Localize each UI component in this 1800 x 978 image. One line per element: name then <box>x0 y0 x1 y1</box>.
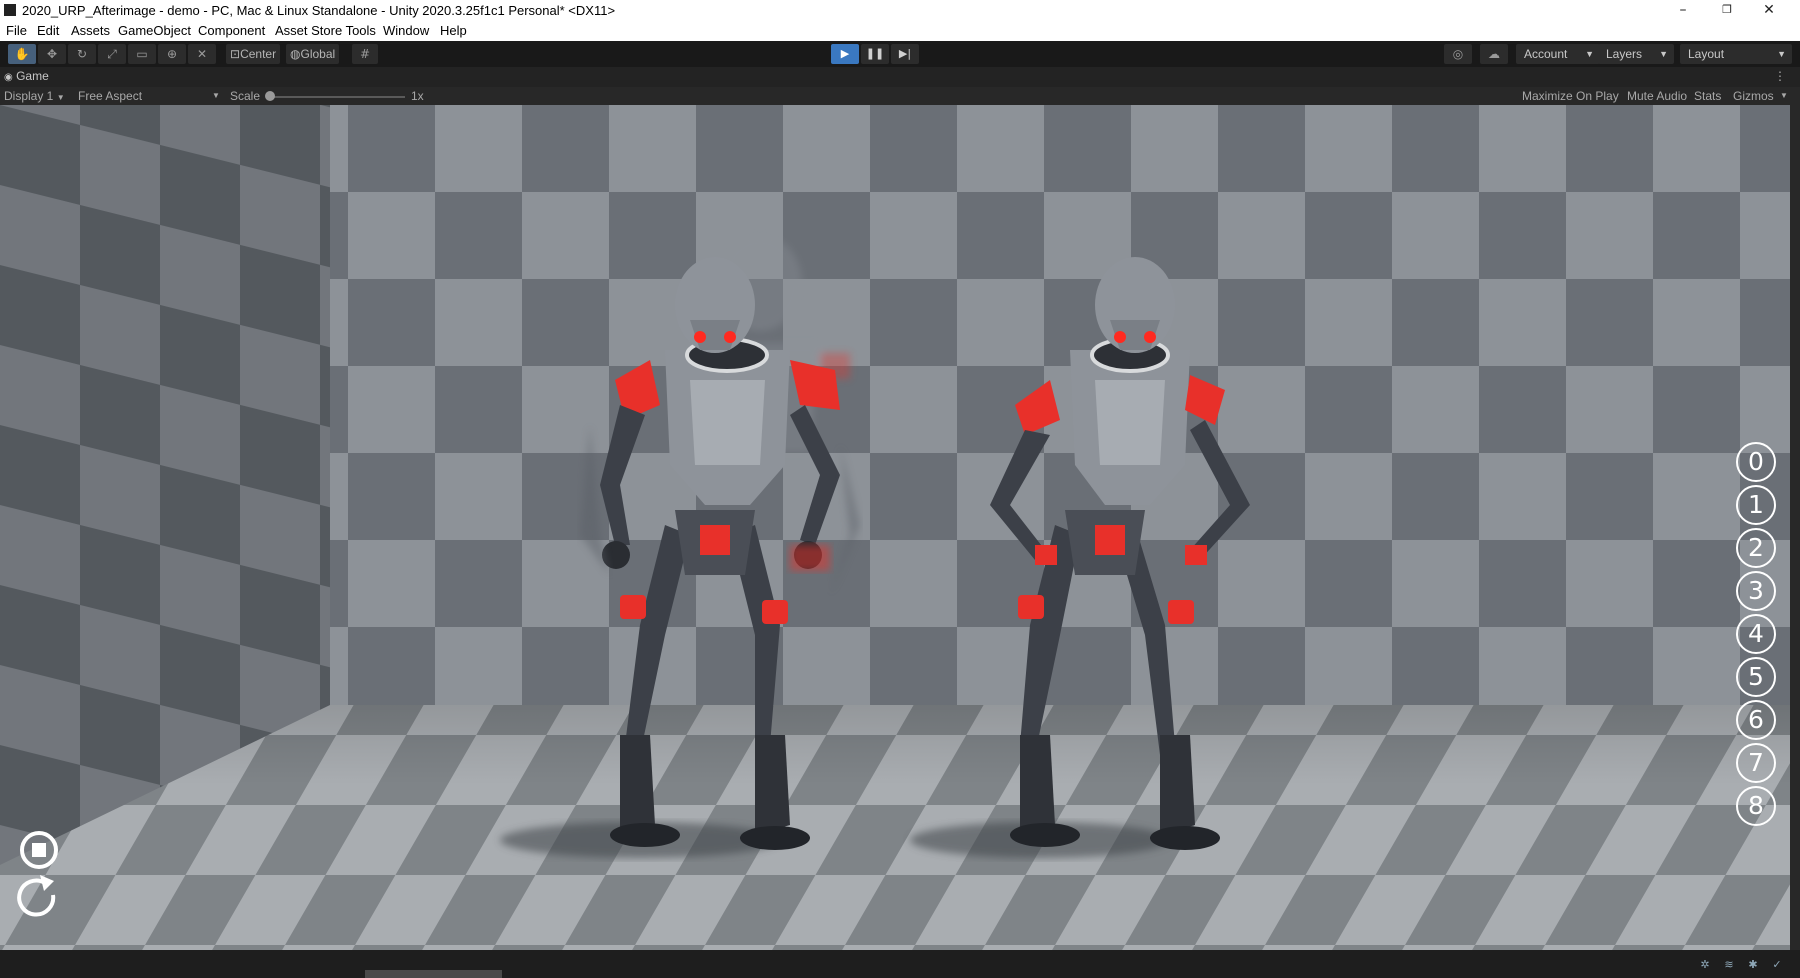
rect-icon: ▭ <box>136 47 148 61</box>
chevron-down-icon: ▼ <box>56 93 65 102</box>
chevron-down-icon: ▼ <box>1777 49 1786 59</box>
number-button-6[interactable]: 6 <box>1736 700 1776 740</box>
menu-component[interactable]: Component <box>198 23 265 38</box>
close-button[interactable]: ✕ <box>1746 0 1792 21</box>
number-button-5[interactable]: 5 <box>1736 657 1776 697</box>
play-icon: ▶ <box>840 47 850 60</box>
game-tab-row: ◉ Game ⋮ <box>0 67 1800 87</box>
layout-label: Layout <box>1688 47 1725 61</box>
grid-icon: # <box>359 47 371 61</box>
restore-button[interactable]: ❐ <box>1704 0 1750 21</box>
scale-tool-button[interactable]: ⤢ <box>98 44 126 64</box>
menu-help[interactable]: Help <box>440 23 467 38</box>
globe-icon: ◍ <box>290 47 301 61</box>
number-button-8[interactable]: 8 <box>1736 786 1776 826</box>
tab-game[interactable]: ◉ Game <box>4 69 49 83</box>
pause-button[interactable]: ❚❚ <box>861 44 889 64</box>
number-button-1[interactable]: 1 <box>1736 485 1776 525</box>
collab-icon: ◎ <box>1452 47 1464 61</box>
step-button[interactable]: ▶| <box>891 44 919 64</box>
menu-assets[interactable]: Assets <box>71 23 110 38</box>
menu-asset-store-tools[interactable]: Asset Store Tools <box>275 23 376 38</box>
rotate-icon: ↻ <box>76 47 88 61</box>
number-button-2[interactable]: 2 <box>1736 528 1776 568</box>
tools-icon: ✕ <box>196 47 208 61</box>
game-view-controls: Display 1 ▼ Free Aspect ▼ Scale 1x Maxim… <box>0 87 1800 105</box>
step-icon: ▶| <box>898 47 912 60</box>
scale-slider-handle[interactable] <box>265 91 275 101</box>
hand-tool-button[interactable]: ✋ <box>8 44 36 64</box>
account-dropdown[interactable]: Account ▼ <box>1516 44 1600 64</box>
minimize-button[interactable]: – <box>1660 0 1706 21</box>
scale-icon: ⤢ <box>107 47 117 61</box>
maximize-on-play-toggle[interactable]: Maximize On Play <box>1522 89 1619 103</box>
menu-bar: File Edit Assets GameObject Component As… <box>0 21 1800 41</box>
mute-audio-toggle[interactable]: Mute Audio <box>1627 89 1687 103</box>
number-button-7[interactable]: 7 <box>1736 743 1776 783</box>
layers-label: Layers <box>1606 47 1643 61</box>
aspect-dropdown[interactable]: Free Aspect <box>78 89 142 103</box>
collab-button[interactable]: ◎ <box>1444 44 1472 64</box>
number-button-4[interactable]: 4 <box>1736 614 1776 654</box>
move-icon: ✥ <box>46 47 58 61</box>
window-title: 2020_URP_Afterimage - demo - PC, Mac & L… <box>22 3 616 18</box>
transform-icon: ⊕ <box>166 47 178 61</box>
game-viewport[interactable]: 0 1 2 3 4 5 6 7 8 <box>0 105 1790 950</box>
pivot-label: Center <box>240 47 277 61</box>
account-label: Account <box>1524 47 1568 61</box>
unity-logo-icon <box>4 4 16 16</box>
grid-snap-button[interactable]: # <box>352 44 378 64</box>
tab-game-label: Game <box>16 69 49 83</box>
gizmos-toggle[interactable]: Gizmos <box>1733 89 1774 103</box>
chevron-down-icon: ▼ <box>212 91 220 100</box>
bug-icon[interactable]: ✲ <box>1698 958 1712 972</box>
scale-label: Scale <box>230 89 261 103</box>
status-bar: ✲ ≋ ✱ ✓ <box>0 950 1800 978</box>
window-title-bar: 2020_URP_Afterimage - demo - PC, Mac & L… <box>0 0 1800 21</box>
move-tool-button[interactable]: ✥ <box>38 44 66 64</box>
check-icon[interactable]: ✓ <box>1770 958 1784 972</box>
custom-tool-button[interactable]: ✕ <box>188 44 216 64</box>
menu-edit[interactable]: Edit <box>37 23 59 38</box>
cloud-button[interactable]: ☁ <box>1480 44 1508 64</box>
cloud-icon: ☁ <box>1488 47 1500 61</box>
scale-slider-track[interactable] <box>270 96 405 98</box>
display-label: Display 1 <box>4 89 54 103</box>
transform-tool-button[interactable]: ⊕ <box>158 44 186 64</box>
menu-file[interactable]: File <box>6 23 27 38</box>
chevron-down-icon: ▼ <box>1585 49 1594 59</box>
hand-icon: ✋ <box>14 47 30 61</box>
play-button[interactable]: ▶ <box>831 44 859 64</box>
chevron-down-icon: ▼ <box>1659 49 1668 59</box>
rect-tool-button[interactable]: ▭ <box>128 44 156 64</box>
scale-value: 1x <box>411 89 424 103</box>
more-options-icon[interactable]: ⋮ <box>1774 69 1786 83</box>
display-dropdown[interactable]: Display 1 ▼ <box>4 89 65 103</box>
space-label: Global <box>300 47 336 61</box>
stack-icon[interactable]: ≋ <box>1722 958 1736 972</box>
horizontal-scrollbar[interactable] <box>365 970 502 978</box>
scene-render <box>0 105 1790 950</box>
stats-toggle[interactable]: Stats <box>1694 89 1721 103</box>
layout-dropdown[interactable]: Layout ▼ <box>1680 44 1792 64</box>
pivot-icon: ⊡ <box>230 47 241 61</box>
gamepad-icon: ◉ <box>4 72 13 83</box>
pause-icon: ❚❚ <box>865 47 885 60</box>
main-toolbar: ✋ ✥ ↻ ⤢ ▭ ⊕ ✕ ⊡Center ◍Global # ▶ ❚❚ ▶| … <box>0 41 1800 67</box>
number-button-0[interactable]: 0 <box>1736 442 1776 482</box>
number-button-3[interactable]: 3 <box>1736 571 1776 611</box>
space-global-toggle[interactable]: ◍Global <box>286 44 340 64</box>
pivot-center-toggle[interactable]: ⊡Center <box>226 44 281 64</box>
aspect-label: Free Aspect <box>78 89 143 103</box>
network-icon[interactable]: ✱ <box>1746 958 1760 972</box>
rotate-tool-button[interactable]: ↻ <box>68 44 96 64</box>
menu-window[interactable]: Window <box>383 23 429 38</box>
layers-dropdown[interactable]: Layers ▼ <box>1598 44 1674 64</box>
menu-gameobject[interactable]: GameObject <box>118 23 191 38</box>
chevron-down-icon: ▼ <box>1780 91 1788 100</box>
viewport-right-edge <box>1790 105 1800 950</box>
